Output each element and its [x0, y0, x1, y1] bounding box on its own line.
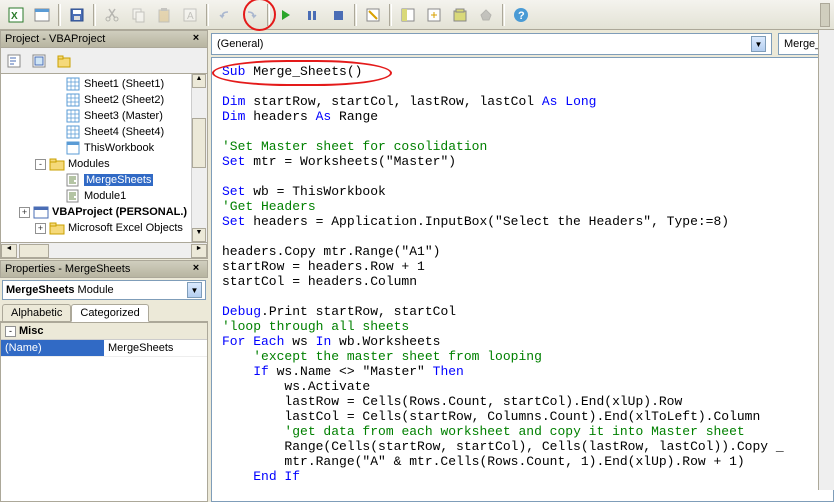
category-label: Misc	[19, 325, 43, 337]
module-icon	[65, 173, 81, 187]
view-code-icon[interactable]	[3, 50, 25, 72]
property-row[interactable]: (Name) MergeSheets	[1, 340, 207, 357]
properties-panel-label: Properties - MergeSheets	[5, 263, 130, 275]
object-browser-icon[interactable]	[448, 3, 472, 27]
tab-categorized[interactable]: Categorized	[71, 304, 148, 322]
view-icon[interactable]	[30, 3, 54, 27]
procedure-combo-value: Merge_	[784, 38, 821, 50]
stop-icon[interactable]	[326, 3, 350, 27]
separator	[267, 4, 270, 26]
object-combo[interactable]: (General) ▼	[211, 33, 772, 55]
tree-item[interactable]: Sheet3 (Master)	[3, 108, 205, 124]
property-value[interactable]: MergeSheets	[104, 340, 207, 356]
object-combo-value: (General)	[217, 38, 263, 50]
separator	[58, 4, 61, 26]
tree-item-label: Sheet2 (Sheet2)	[84, 94, 164, 106]
separator	[93, 4, 96, 26]
excel-icon[interactable]: X	[4, 3, 28, 27]
undo-icon[interactable]	[213, 3, 237, 27]
tree-item-label: Sheet4 (Sheet4)	[84, 126, 164, 138]
project-panel-title: Project - VBAProject ×	[0, 30, 208, 48]
tree-item-label: Module1	[84, 190, 126, 202]
pause-icon[interactable]	[300, 3, 324, 27]
tree-hscrollbar[interactable]: ◄ ►	[0, 243, 208, 259]
tab-alphabetic[interactable]: Alphabetic	[2, 304, 71, 321]
separator	[206, 4, 209, 26]
close-icon[interactable]: ×	[189, 262, 203, 276]
paste-icon[interactable]	[152, 3, 176, 27]
tree-item-label: VBAProject (PERSONAL.)	[52, 206, 187, 218]
folder-icon	[49, 157, 65, 171]
properties-grid[interactable]: - Misc (Name) MergeSheets	[0, 322, 208, 502]
collapse-icon[interactable]: -	[5, 326, 16, 337]
chevron-down-icon[interactable]: ▼	[751, 36, 766, 52]
main-toolbar: X A ?	[0, 0, 834, 30]
vba-icon	[33, 205, 49, 219]
tree-item-label: Sheet3 (Master)	[84, 110, 163, 122]
tree-item[interactable]: Sheet1 (Sheet1)	[3, 76, 205, 92]
run-icon[interactable]	[274, 3, 298, 27]
tree-item[interactable]: ThisWorkbook	[3, 140, 205, 156]
separator	[502, 4, 505, 26]
project-panel-toolbar	[0, 48, 208, 74]
project-tree[interactable]: Sheet1 (Sheet1) Sheet2 (Sheet2) Sheet3 (Ma…	[0, 74, 208, 243]
tree-vscrollbar[interactable]: ▲ ▼	[191, 74, 207, 242]
workbook-icon	[65, 141, 81, 155]
find-icon[interactable]: A	[178, 3, 202, 27]
properties-panel-title: Properties - MergeSheets ×	[0, 260, 208, 278]
tree-item-label: Microsoft Excel Objects	[68, 222, 183, 234]
code-editor[interactable]: Sub Merge_Sheets() Dim startRow, startCo…	[211, 57, 834, 502]
design-icon[interactable]	[361, 3, 385, 27]
sheet-icon	[65, 125, 81, 139]
sheet-icon	[65, 93, 81, 107]
folder-toggle-icon[interactable]	[53, 50, 75, 72]
project-panel-label: Project - VBAProject	[5, 33, 105, 45]
properties-tabs: Alphabetic Categorized	[0, 302, 208, 322]
tree-expander[interactable]: -	[35, 159, 46, 170]
toolbar-grip[interactable]	[820, 3, 830, 27]
cut-icon[interactable]	[100, 3, 124, 27]
tree-item[interactable]: Sheet4 (Sheet4)	[3, 124, 205, 140]
tree-item-label: Modules	[68, 158, 110, 170]
svg-text:X: X	[11, 11, 18, 22]
code-dropdowns: (General) ▼ Merge_	[211, 33, 834, 55]
separator	[389, 4, 392, 26]
properties-object-combo[interactable]: MergeSheets Module ▼	[2, 280, 206, 300]
tree-item[interactable]: MergeSheets	[3, 172, 205, 188]
tree-item-label: MergeSheets	[84, 174, 153, 186]
help-icon[interactable]: ?	[509, 3, 533, 27]
property-category-misc[interactable]: - Misc	[1, 323, 207, 340]
tree-expander[interactable]: +	[19, 207, 30, 218]
tree-item[interactable]: - Modules	[3, 156, 205, 172]
tree-expander[interactable]: +	[35, 223, 46, 234]
redo-icon[interactable]	[239, 3, 263, 27]
module-icon	[65, 189, 81, 203]
separator	[354, 4, 357, 26]
chevron-down-icon[interactable]: ▼	[187, 282, 202, 298]
tree-item[interactable]: Sheet2 (Sheet2)	[3, 92, 205, 108]
svg-text:A: A	[187, 11, 194, 22]
view-object-icon[interactable]	[28, 50, 50, 72]
combo-name: MergeSheets	[6, 284, 74, 296]
tree-item[interactable]: Module1	[3, 188, 205, 204]
sheet-icon	[65, 109, 81, 123]
folder-icon	[49, 221, 65, 235]
toolbox-icon[interactable]	[474, 3, 498, 27]
tree-item[interactable]: + VBAProject (PERSONAL.)	[3, 204, 205, 220]
tree-item-label: ThisWorkbook	[84, 142, 154, 154]
svg-text:?: ?	[518, 10, 525, 22]
tree-item-label: Sheet1 (Sheet1)	[84, 78, 164, 90]
project-explorer-icon[interactable]	[396, 3, 420, 27]
properties-icon[interactable]	[422, 3, 446, 27]
property-name: (Name)	[1, 340, 104, 356]
tree-item[interactable]: + Microsoft Excel Objects	[3, 220, 205, 236]
right-vscroll[interactable]	[818, 30, 834, 490]
close-icon[interactable]: ×	[189, 32, 203, 46]
save-icon[interactable]	[65, 3, 89, 27]
sheet-icon	[65, 77, 81, 91]
copy-icon[interactable]	[126, 3, 150, 27]
